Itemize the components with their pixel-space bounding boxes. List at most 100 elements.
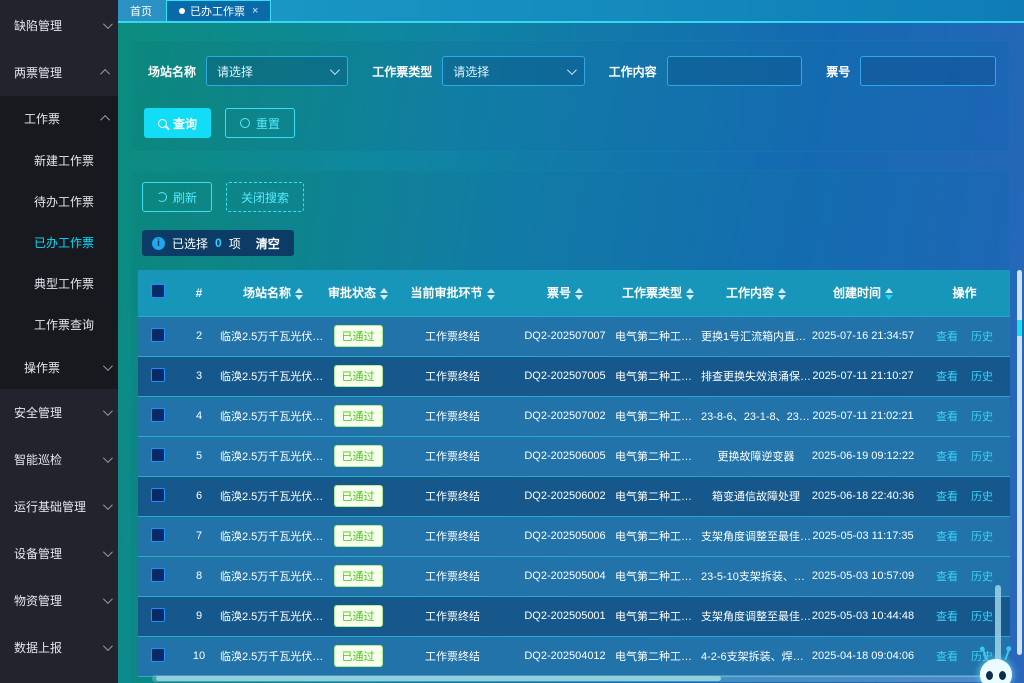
history-link[interactable]: 历史	[971, 531, 993, 543]
query-button-label: 查询	[173, 115, 197, 132]
select-value: 请选择	[217, 63, 253, 80]
view-link[interactable]: 查看	[936, 531, 958, 543]
column-label: 创建时间	[833, 286, 881, 300]
history-link[interactable]: 历史	[971, 371, 993, 383]
assistant-robot-button[interactable]	[976, 647, 1016, 683]
sidebar-item[interactable]: 缺陷管理	[0, 2, 118, 49]
row-checkbox[interactable]	[151, 488, 165, 502]
reset-button[interactable]: 重置	[225, 108, 295, 138]
cell-step: 工作票终结	[390, 436, 515, 476]
history-link[interactable]: 历史	[971, 571, 993, 583]
view-link[interactable]: 查看	[936, 611, 958, 623]
sort-carets-icon[interactable]	[487, 288, 495, 300]
column-header[interactable]: 工作票类型	[615, 270, 701, 316]
view-link[interactable]: 查看	[936, 651, 958, 663]
query-button[interactable]: 查询	[144, 108, 211, 138]
tab-close-icon[interactable]: ×	[252, 5, 258, 17]
status-badge: 已通过	[334, 405, 383, 427]
history-link[interactable]: 历史	[971, 451, 993, 463]
view-link[interactable]: 查看	[936, 491, 958, 503]
table-row: 4 临涣2.5万千瓦光伏电... 已通过 工作票终结 DQ2-202507002…	[138, 396, 1010, 436]
tab[interactable]: 已办工作票 ×	[166, 0, 271, 21]
sidebar-item[interactable]: 新建工作票	[0, 140, 118, 181]
cell-num: 5	[178, 436, 220, 476]
chevron-icon	[103, 500, 113, 510]
row-checkbox[interactable]	[151, 368, 165, 382]
chevron-down-icon	[567, 65, 577, 75]
sort-carets-icon[interactable]	[380, 288, 388, 300]
column-header[interactable]: 创建时间	[811, 270, 915, 316]
cell-station: 临涣2.5万千瓦光伏电...	[220, 516, 326, 556]
column-header[interactable]: 审批状态	[326, 270, 390, 316]
page-vertical-scrollbar[interactable]	[1016, 25, 1023, 683]
row-checkbox[interactable]	[151, 448, 165, 462]
refresh-button[interactable]: 刷新	[142, 182, 212, 212]
column-label: 工作票类型	[622, 286, 682, 300]
row-checkbox[interactable]	[151, 408, 165, 422]
chevron-icon	[103, 19, 113, 29]
view-link[interactable]: 查看	[936, 371, 958, 383]
sort-carets-icon[interactable]	[686, 288, 694, 300]
history-link[interactable]: 历史	[971, 411, 993, 423]
sort-carets-icon[interactable]	[885, 288, 893, 300]
column-header[interactable]: 工作内容	[701, 270, 811, 316]
horizontal-scrollbar-thumb[interactable]	[156, 676, 721, 681]
history-link[interactable]: 历史	[971, 611, 993, 623]
column-header[interactable]: 票号	[515, 270, 615, 316]
row-checkbox[interactable]	[151, 528, 165, 542]
sidebar-item[interactable]: 待办工作票	[0, 181, 118, 222]
column-header[interactable]: 当前审批环节	[390, 270, 515, 316]
select-field[interactable]: 请选择	[442, 56, 584, 86]
sort-carets-icon[interactable]	[575, 288, 583, 300]
field-label: 场站名称	[148, 63, 196, 80]
sidebar-item[interactable]: 设备管理	[0, 530, 118, 577]
field-label: 工作票类型	[372, 63, 432, 80]
column-header[interactable]: 场站名称	[220, 270, 326, 316]
status-badge: 已通过	[334, 645, 383, 667]
cell-type: 电气第二种工作票	[615, 636, 701, 676]
tab[interactable]: 首页	[118, 0, 164, 21]
clear-selection-button[interactable]: 清空	[256, 235, 280, 252]
sidebar-item[interactable]: 工作票	[0, 96, 118, 140]
tab-dot-icon	[179, 8, 185, 14]
cell-ticket-no: DQ2-202505001	[515, 596, 615, 636]
sort-carets-icon[interactable]	[778, 288, 786, 300]
cell-content: 更换故障逆变器	[701, 436, 811, 476]
cell-ticket-no: DQ2-202507007	[515, 316, 615, 356]
sidebar-item[interactable]: 两票管理	[0, 49, 118, 96]
sidebar-item[interactable]: 智能巡检	[0, 436, 118, 483]
sidebar-item[interactable]: 操作票	[0, 345, 118, 389]
table-row: 9 临涣2.5万千瓦光伏电... 已通过 工作票终结 DQ2-202505001…	[138, 596, 1010, 636]
view-link[interactable]: 查看	[936, 331, 958, 343]
horizontal-scrollbar[interactable]	[152, 675, 990, 682]
row-checkbox[interactable]	[151, 328, 165, 342]
cell-station: 临涣2.5万千瓦光伏电...	[220, 396, 326, 436]
view-link[interactable]: 查看	[936, 571, 958, 583]
cell-content: 排查更换失效浪涌保护器	[701, 356, 811, 396]
text-input[interactable]	[860, 56, 996, 86]
view-link[interactable]: 查看	[936, 411, 958, 423]
sidebar-item[interactable]: 典型工作票	[0, 263, 118, 304]
sort-carets-icon[interactable]	[295, 288, 303, 300]
status-badge: 已通过	[334, 605, 383, 627]
select-all-checkbox[interactable]	[151, 284, 165, 298]
sidebar-item[interactable]: 已办工作票	[0, 222, 118, 263]
history-link[interactable]: 历史	[971, 491, 993, 503]
row-checkbox[interactable]	[151, 648, 165, 662]
chevron-icon	[100, 114, 110, 124]
row-checkbox[interactable]	[151, 608, 165, 622]
work-ticket-table: #场站名称审批状态当前审批环节票号工作票类型工作内容创建时间操作 2 临涣2.5…	[138, 270, 1010, 677]
row-checkbox[interactable]	[151, 568, 165, 582]
view-link[interactable]: 查看	[936, 451, 958, 463]
close-search-button[interactable]: 关闭搜索	[226, 182, 304, 212]
sidebar-item[interactable]: 运行基础管理	[0, 483, 118, 530]
sidebar-item[interactable]: 数据上报	[0, 624, 118, 671]
text-input[interactable]	[667, 56, 803, 86]
table-row: 10 临涣2.5万千瓦光伏电... 已通过 工作票终结 DQ2-20250401…	[138, 636, 1010, 676]
sidebar-item[interactable]: 工作票查询	[0, 304, 118, 345]
history-link[interactable]: 历史	[971, 331, 993, 343]
sidebar-item[interactable]: 安全管理	[0, 389, 118, 436]
select-field[interactable]: 请选择	[206, 56, 348, 86]
column-label: 场站名称	[243, 286, 291, 300]
sidebar-item[interactable]: 物资管理	[0, 577, 118, 624]
